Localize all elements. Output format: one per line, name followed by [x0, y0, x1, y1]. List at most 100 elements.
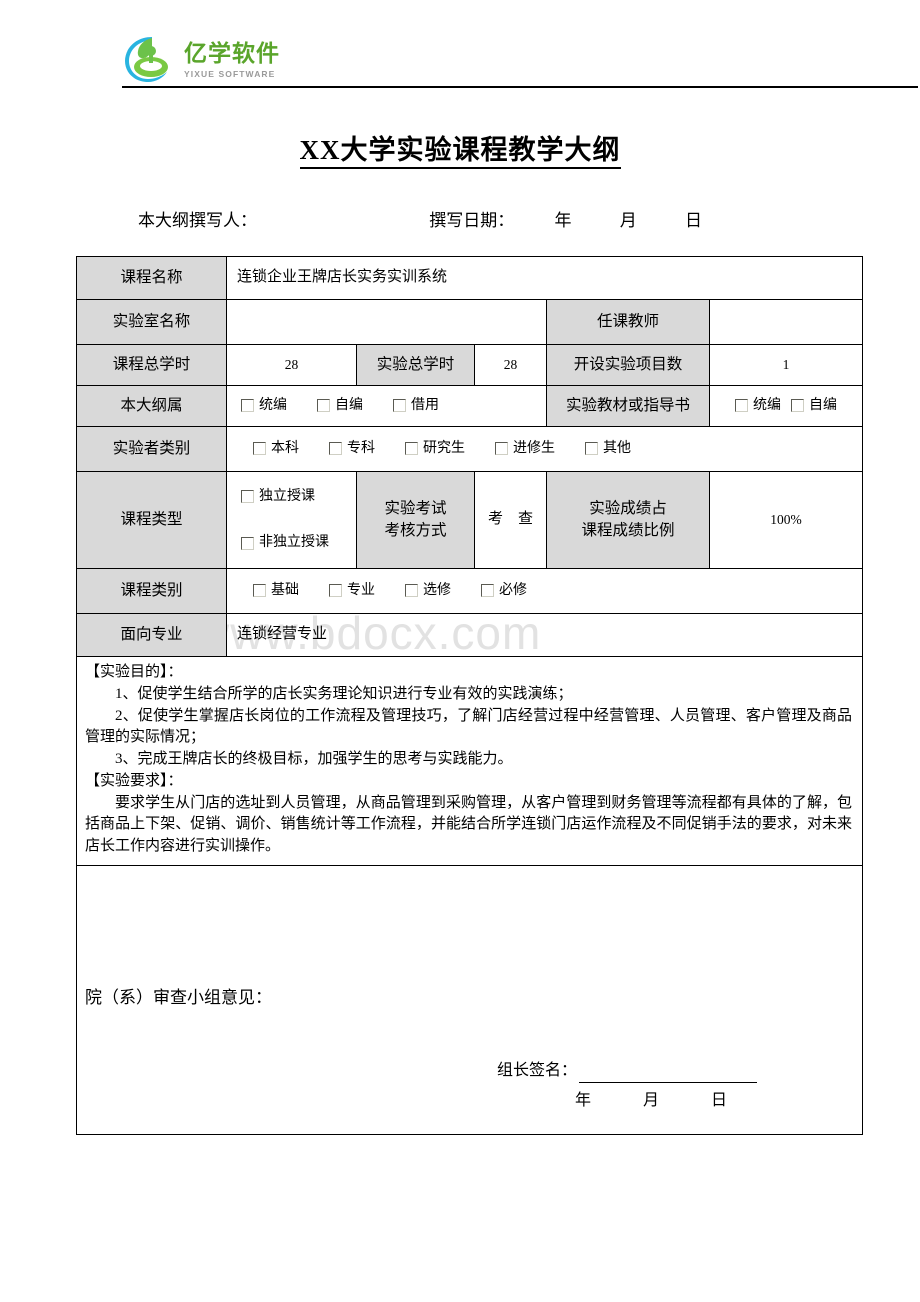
checkbox-category-jichu[interactable]: 基础 — [253, 581, 299, 601]
experimenter-label: 实验者类别 — [76, 426, 227, 472]
course-category-options-cell: 基础 专业 选修 必修 — [225, 568, 864, 614]
signature-day-label: 日 — [711, 1091, 728, 1109]
checkbox-icon[interactable] — [585, 442, 598, 456]
checkbox-outline-tongbian[interactable]: 统编 — [241, 396, 287, 416]
checkbox-outline-zibian[interactable]: 自编 — [317, 396, 363, 416]
course-type-label: 课程类型 — [76, 471, 227, 569]
lab-name-value[interactable] — [226, 299, 547, 345]
checkbox-course-type-feiduli[interactable]: 非独立授课 — [241, 533, 350, 553]
exp-hours-value[interactable]: 28 — [474, 344, 547, 386]
score-ratio-label-line1: 实验成绩占 — [589, 499, 667, 517]
logo-text-cn: 亿学软件 — [184, 40, 280, 67]
exp-items-value[interactable]: 1 — [708, 344, 864, 386]
requirement-text: 要求学生从门店的选址到人员管理，从商品管理到采购管理，从客户管理到财务管理等流程… — [85, 794, 853, 855]
signature-date-row: 年 月 日 — [497, 1089, 757, 1112]
page-title: XX大学实验课程教学大纲 — [0, 128, 920, 169]
total-hours-label: 课程总学时 — [76, 344, 227, 386]
checkbox-icon[interactable] — [253, 584, 266, 598]
yixue-logo-icon — [122, 33, 180, 85]
writer-month-label: 月 — [619, 211, 637, 230]
syllabus-table: 课程名称 连锁企业王牌店长实务实训系统 实验室名称 任课教师 课程总学时 28 … — [75, 256, 864, 1135]
signature-label: 组长签名： — [497, 1062, 578, 1080]
checkbox-label: 统编 — [259, 397, 287, 413]
purpose-item-1: 1、促使学生结合所学的店长实务理论知识进行专业有效的实践演练； — [115, 685, 573, 702]
checkbox-category-bixiu[interactable]: 必修 — [481, 581, 527, 601]
checkbox-experimenter-benke[interactable]: 本科 — [253, 439, 299, 459]
purpose-item-3: 3、完成王牌店长的终极目标，加强学生的思考与实践能力。 — [115, 751, 513, 767]
signature-line-row: 组长签名： — [497, 1059, 758, 1083]
page-title-text: XX大学实验课程教学大纲 — [299, 135, 621, 169]
course-name-label: 课程名称 — [76, 256, 227, 300]
checkbox-icon[interactable] — [791, 399, 805, 413]
checkbox-label: 统编 — [753, 397, 782, 413]
course-category-label: 课程类别 — [76, 568, 227, 614]
purpose-item-2: 2、促使学生掌握店长岗位的工作流程及管理技巧，了解门店经营过程中经营管理、人员管… — [85, 707, 853, 746]
checkbox-category-xuanxiu[interactable]: 选修 — [405, 581, 451, 601]
course-type-options-cell: 独立授课 非独立授课 — [226, 471, 357, 569]
checkbox-icon[interactable] — [241, 399, 254, 413]
opinion-label: 院（系）审查小组意见： — [85, 988, 272, 1008]
table-row-purpose-requirement: 【实验目的】： 1、促使学生结合所学的店长实务理论知识进行专业有效的实践演练； … — [75, 656, 864, 866]
checkbox-experimenter-zhuanke[interactable]: 专科 — [329, 439, 375, 459]
logo-text-en: YIXUE SOFTWARE — [184, 68, 276, 79]
writer-line: 本大纲撰写人： 撰写日期： 年 月 日 — [138, 206, 838, 231]
checkbox-outline-jieyong[interactable]: 借用 — [393, 396, 439, 416]
checkbox-icon[interactable] — [329, 584, 342, 598]
textbook-options-cell: 统编 自编 — [708, 385, 864, 427]
checkbox-label: 本科 — [271, 440, 299, 456]
lab-name-label: 实验室名称 — [76, 299, 227, 345]
checkbox-label: 借用 — [411, 397, 439, 413]
table-row-course-type: 课程类型 独立授课 非独立授课 实验考试 考核方式 考 查 实验成绩占 课程成绩… — [76, 471, 864, 569]
major-value[interactable]: 连锁经营专业 — [225, 613, 864, 657]
checkbox-experimenter-qita[interactable]: 其他 — [585, 439, 631, 459]
checkbox-experimenter-yanjiusheng[interactable]: 研究生 — [405, 439, 465, 459]
checkbox-textbook-tongbian[interactable]: 统编 — [735, 396, 781, 416]
company-logo: 亿学软件 YIXUE SOFTWARE — [122, 33, 280, 85]
checkbox-category-zhuanye[interactable]: 专业 — [329, 581, 375, 601]
checkbox-icon[interactable] — [253, 442, 266, 456]
opinion-cell[interactable]: 院（系）审查小组意见： 组长签名： 年 月 日 — [75, 864, 864, 1135]
writer-day-label: 日 — [685, 211, 702, 230]
score-ratio-label: 实验成绩占 课程成绩比例 — [546, 471, 710, 569]
signature-year-label: 年 — [575, 1091, 592, 1109]
table-row-experimenter: 实验者类别 本科 专科 研究生 进修生 其他 — [76, 426, 864, 472]
exam-method-label: 实验考试 考核方式 — [356, 471, 475, 569]
checkbox-label: 其他 — [603, 440, 631, 456]
logo-wordmark: 亿学软件 YIXUE SOFTWARE — [184, 40, 280, 79]
purpose-heading: 【实验目的】： — [85, 664, 183, 680]
checkbox-experimenter-jinxiusheng[interactable]: 进修生 — [495, 439, 555, 459]
checkbox-course-type-duli[interactable]: 独立授课 — [241, 487, 350, 507]
checkbox-icon[interactable] — [393, 399, 406, 413]
checkbox-textbook-zibian[interactable]: 自编 — [791, 396, 837, 416]
checkbox-icon[interactable] — [495, 442, 508, 456]
checkbox-icon[interactable] — [735, 399, 749, 413]
checkbox-label: 独立授课 — [259, 488, 315, 504]
checkbox-icon[interactable] — [329, 442, 342, 456]
header-divider — [122, 86, 918, 88]
purpose-requirement-cell: 【实验目的】： 1、促使学生结合所学的店长实务理论知识进行专业有效的实践演练； … — [75, 656, 864, 866]
signature-rule[interactable] — [579, 1067, 758, 1083]
textbook-label: 实验教材或指导书 — [546, 385, 710, 427]
score-ratio-label-line2: 课程成绩比例 — [581, 522, 675, 539]
checkbox-icon[interactable] — [317, 399, 330, 413]
teacher-value[interactable] — [708, 299, 864, 345]
total-hours-value[interactable]: 28 — [226, 344, 357, 386]
table-row-course-name: 课程名称 连锁企业王牌店长实务实训系统 — [76, 256, 864, 300]
exp-items-label: 开设实验项目数 — [546, 344, 710, 386]
writer-year-label: 年 — [554, 211, 572, 230]
course-name-value[interactable]: 连锁企业王牌店长实务实训系统 — [225, 256, 864, 300]
outline-options-cell: 统编 自编 借用 — [226, 385, 547, 427]
checkbox-icon[interactable] — [405, 442, 418, 456]
checkbox-icon[interactable] — [241, 536, 254, 550]
score-ratio-value[interactable]: 100% — [708, 471, 864, 569]
outline-belongs-label: 本大纲属 — [76, 385, 227, 427]
checkbox-icon[interactable] — [241, 490, 254, 504]
exam-method-value[interactable]: 考 查 — [474, 471, 547, 569]
checkbox-label: 专业 — [347, 582, 375, 598]
writer-date-label: 撰写日期： — [429, 211, 515, 230]
checkbox-label: 基础 — [271, 582, 299, 598]
exam-method-label-line1: 实验考试 — [384, 499, 447, 517]
checkbox-label: 研究生 — [423, 440, 465, 456]
checkbox-icon[interactable] — [405, 584, 418, 598]
checkbox-icon[interactable] — [481, 584, 494, 598]
